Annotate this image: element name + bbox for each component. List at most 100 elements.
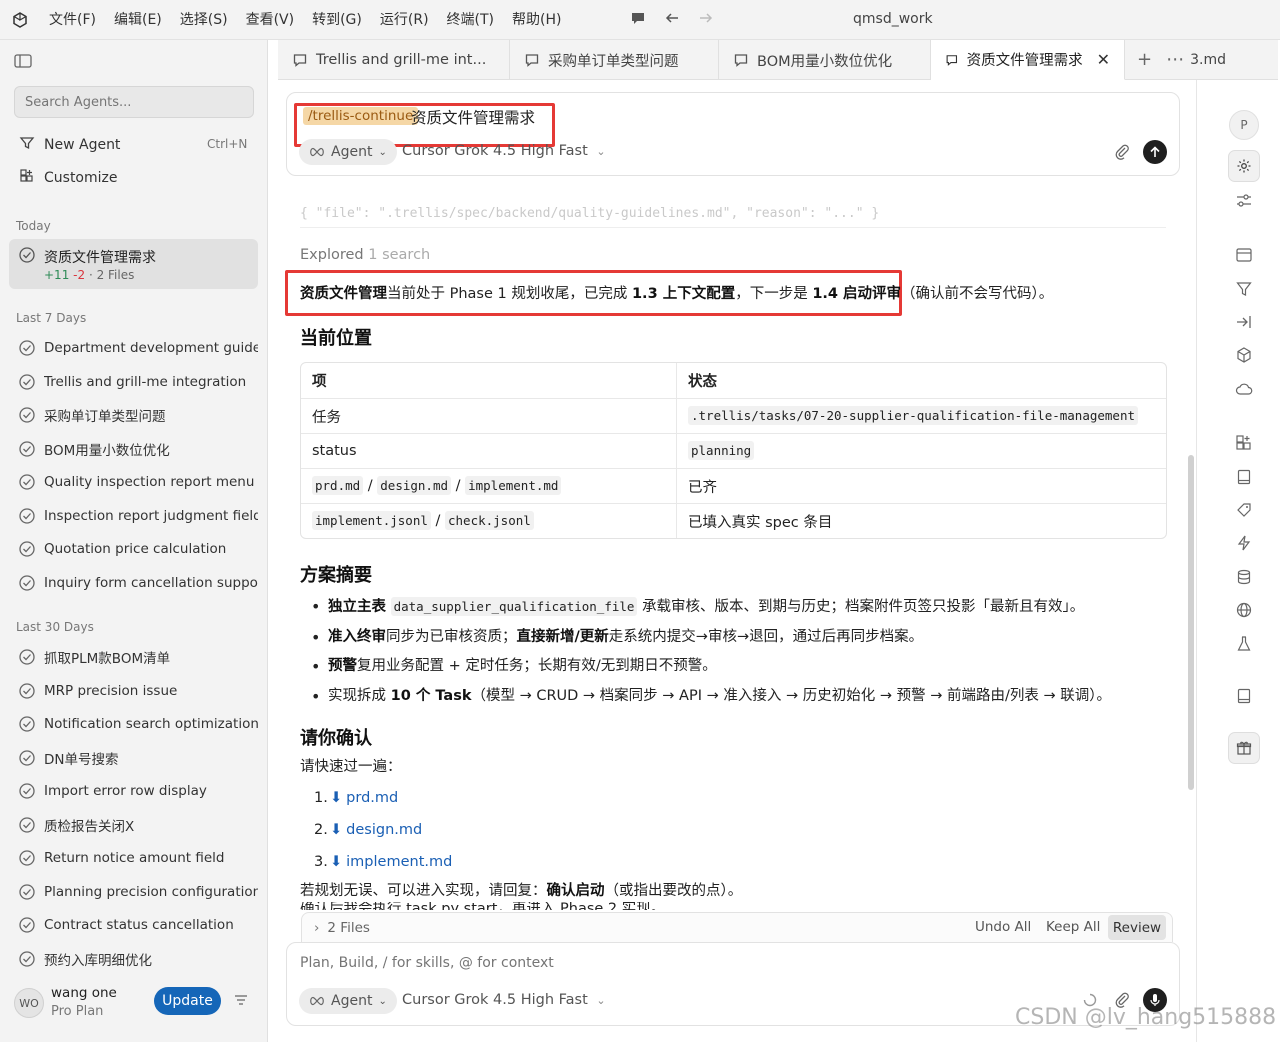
conversation-item[interactable]: Department development guideli [10, 333, 258, 363]
status-summary: 资质文件管理当前处于 Phase 1 规划收尾，已完成 1.3 上下文配置，下一… [300, 282, 1053, 303]
tab-purchase-order-type[interactable]: 采购单订单类型问题 [510, 40, 719, 80]
tab-overflow-label[interactable]: 3.md [1190, 40, 1226, 79]
more-icon[interactable]: ⋯ [1166, 49, 1184, 70]
file-link-list: 1. ⬇ prd.md 2. ⬇ design.md 3. ⬇ implement.md [314, 782, 452, 878]
review-button[interactable]: Review [1108, 915, 1166, 940]
gift-button[interactable] [1228, 732, 1260, 764]
file-link-implement[interactable]: implement.md [346, 846, 452, 878]
browser-icon[interactable] [1235, 246, 1253, 264]
menu-selection[interactable]: 选择(S) [171, 0, 237, 40]
chevron-right-icon[interactable]: › [314, 920, 319, 936]
menu-terminal[interactable]: 终端(T) [438, 0, 503, 40]
menu-run[interactable]: 运行(R) [371, 0, 438, 40]
file-link-design[interactable]: design.md [346, 814, 422, 846]
sliders-icon[interactable] [1235, 192, 1253, 210]
lines-added: +11 [44, 268, 70, 282]
new-agent-button[interactable]: New Agent [18, 135, 120, 155]
scrollbar[interactable] [1188, 455, 1194, 790]
customize-label: Customize [44, 170, 118, 186]
back-arrow-icon[interactable] [664, 10, 680, 30]
check-circle-icon [19, 917, 35, 933]
conversation-item[interactable]: Quality inspection report menu [10, 467, 258, 497]
list-item: 预警复用业务配置 + 定时任务；长期有效/无到期日不预警。 [308, 652, 1168, 682]
file-link-prd[interactable]: prd.md [346, 782, 398, 814]
explored-status[interactable]: Explored 1 search [300, 247, 430, 263]
chat-icon[interactable] [630, 10, 646, 30]
chevron-down-icon: ⌄ [596, 994, 606, 1007]
tab-bom-decimal[interactable]: BOM用量小数位优化 [719, 40, 931, 80]
chat-input[interactable] [300, 955, 900, 971]
conversation-item[interactable]: Quotation price calculation [10, 534, 258, 564]
table-header-cell: 状态 [688, 374, 717, 390]
agent-mode-selector[interactable]: Agent ⌄ [299, 988, 397, 1014]
notebook-icon[interactable] [1235, 687, 1253, 705]
avatar[interactable]: WO [14, 988, 44, 1018]
conversation-item[interactable]: Notification search optimization [10, 709, 258, 739]
conversation-item[interactable]: Import error row display [10, 776, 258, 806]
grid-plus-icon[interactable] [1235, 434, 1253, 452]
watermark: CSDN @lv_hang515888 [1015, 1005, 1277, 1030]
paperclip-icon[interactable] [1113, 143, 1131, 165]
flask-icon[interactable] [1235, 635, 1253, 653]
lightning-icon[interactable] [1235, 534, 1253, 552]
cube-icon[interactable] [1235, 346, 1253, 364]
agent-mode-selector[interactable]: Agent ⌄ [299, 139, 397, 165]
conversation-active[interactable]: 资质文件管理需求 +11 -2 · 2 Files [9, 239, 258, 289]
tab-trellis[interactable]: Trellis and grill-me int... [278, 40, 510, 80]
settings-button[interactable] [1228, 150, 1260, 182]
customize-button[interactable]: Customize [18, 168, 118, 188]
send-button[interactable] [1143, 140, 1167, 164]
conversation-item[interactable]: Inquiry form cancellation support [10, 568, 258, 598]
undo-all-button[interactable]: Undo All [975, 919, 1031, 935]
conversation-item[interactable]: 预约入库明细优化 [10, 944, 258, 974]
plus-icon[interactable]: + [1137, 49, 1152, 70]
menu-help[interactable]: 帮助(H) [503, 0, 570, 40]
model-selector[interactable]: Cursor Grok 4.5 High Fast ⌄ [402, 143, 606, 159]
check-circle-icon [19, 340, 35, 356]
update-button[interactable]: Update [154, 987, 221, 1015]
avatar[interactable]: P [1229, 110, 1259, 140]
conversation-item[interactable]: MRP precision issue [10, 676, 258, 706]
menu-view[interactable]: 查看(V) [237, 0, 304, 40]
forward-arrow-icon[interactable] [698, 10, 714, 30]
keep-all-button[interactable]: Keep All [1046, 919, 1100, 935]
conversation-item[interactable]: Planning precision configuration [10, 877, 258, 907]
tab-label: BOM用量小数位优化 [757, 53, 893, 70]
agent-mode-label: Agent [331, 144, 373, 160]
conversation-title: DN单号搜索 [44, 751, 119, 768]
table-cell: prd.md / design.md / implement.md [301, 468, 677, 503]
conversation-item[interactable]: 质检报告关闭X [10, 810, 258, 840]
sidebar-toggle-icon[interactable] [14, 54, 32, 68]
changed-files-label[interactable]: 2 Files [327, 920, 370, 936]
book-icon[interactable] [1235, 468, 1253, 486]
check-circle-icon [19, 950, 35, 967]
window-title: qmsd_work [853, 11, 933, 27]
tab-label: Trellis and grill-me int... [316, 52, 487, 68]
conversation-item[interactable]: BOM用量小数位优化 [10, 434, 258, 464]
conversation-item[interactable]: 抓取PLM款BOM清单 [10, 642, 258, 672]
conversation-item[interactable]: Trellis and grill-me integration [10, 367, 258, 397]
model-selector[interactable]: Cursor Grok 4.5 High Fast ⌄ [402, 992, 606, 1008]
conversation-item[interactable]: Inspection report judgment field [10, 501, 258, 531]
table-cell: 任务 [301, 398, 677, 433]
menu-go[interactable]: 转到(G) [303, 0, 371, 40]
menu-edit[interactable]: 编辑(E) [105, 0, 171, 40]
tab-qualification-file[interactable]: 资质文件管理需求 ✕ [931, 40, 1125, 80]
conversation-title: Quality inspection report menu [44, 474, 255, 490]
conversation-item[interactable]: Contract status cancellation [10, 910, 258, 940]
arrow-to-right-icon[interactable] [1235, 313, 1253, 331]
close-icon[interactable]: ✕ [1097, 50, 1110, 69]
menu-file[interactable]: 文件(F) [40, 0, 105, 40]
check-circle-icon [19, 541, 35, 557]
funnel-icon[interactable] [1235, 280, 1253, 298]
search-agents-input[interactable] [14, 86, 254, 118]
check-circle-icon [19, 883, 35, 900]
conversation-item[interactable]: 采购单订单类型问题 [10, 400, 258, 430]
database-icon[interactable] [1235, 568, 1253, 586]
cloud-icon[interactable] [1235, 380, 1253, 398]
globe-icon[interactable] [1235, 601, 1253, 619]
conversation-item[interactable]: DN单号搜索 [10, 743, 258, 773]
sort-lines-icon[interactable] [234, 994, 248, 1010]
conversation-item[interactable]: Return notice amount field [10, 843, 258, 873]
tag-icon[interactable] [1235, 501, 1253, 519]
